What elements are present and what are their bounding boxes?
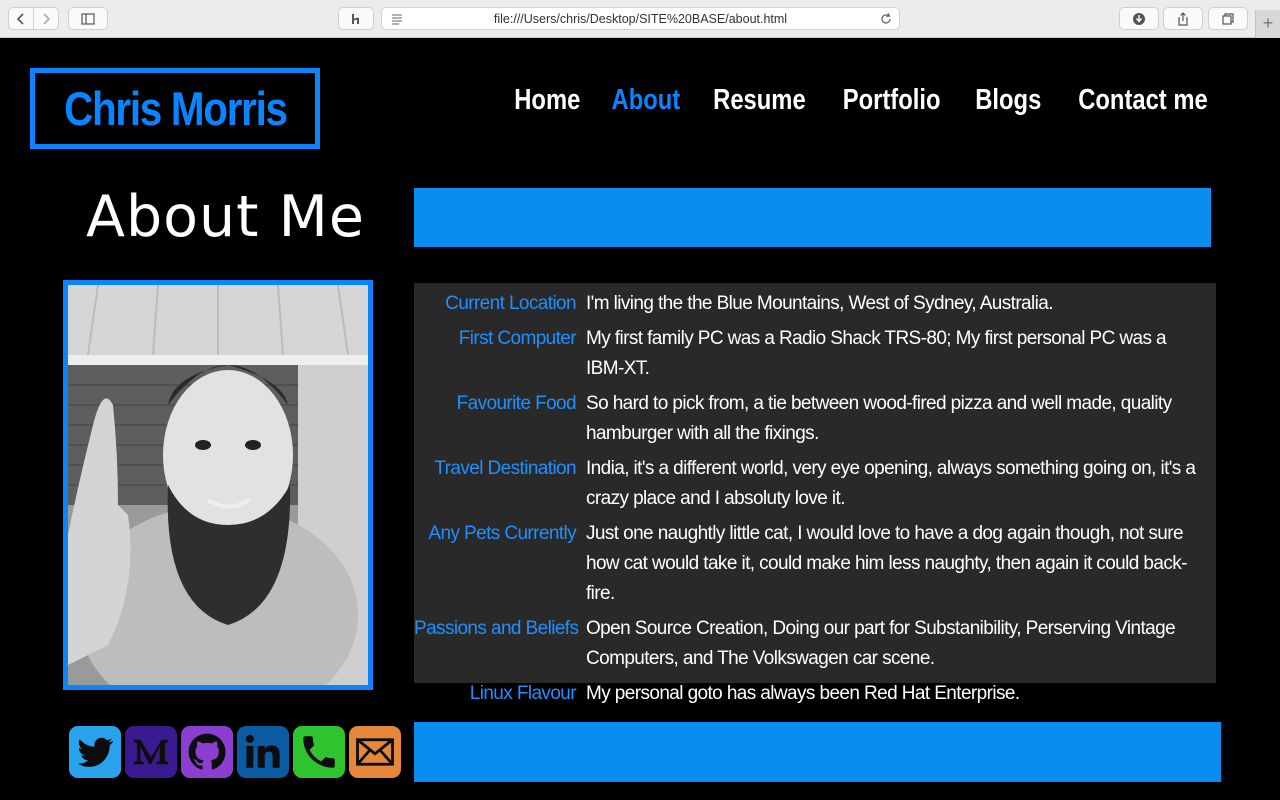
medium-link[interactable] xyxy=(125,726,177,778)
github-link[interactable] xyxy=(181,726,233,778)
nav-contact[interactable]: Contact me xyxy=(1078,84,1207,117)
detail-value: I'm living the the Blue Mountains, West … xyxy=(586,293,1054,314)
twitter-link[interactable] xyxy=(69,726,121,778)
download-icon xyxy=(1133,12,1145,25)
social-links xyxy=(69,726,401,778)
detail-value: India, it's a different world, very eye … xyxy=(586,458,1196,509)
detail-label: Travel Destination xyxy=(434,458,576,479)
reader-icon[interactable] xyxy=(390,12,404,26)
title-accent-bar xyxy=(414,188,1211,247)
email-link[interactable] xyxy=(349,726,401,778)
sidebar-toggle-button[interactable] xyxy=(68,7,108,30)
detail-value: Just one naughtly little cat, I would lo… xyxy=(586,523,1187,604)
detail-label: First Computer xyxy=(458,328,577,349)
phone-link[interactable] xyxy=(293,726,345,778)
detail-label: Current Location xyxy=(445,293,576,314)
page-title: About Me xyxy=(86,184,365,250)
detail-label: Passions and Beliefs xyxy=(414,618,579,639)
chevron-right-icon xyxy=(43,12,51,25)
address-bar[interactable]: file:///Users/chris/Desktop/SITE%20BASE/… xyxy=(381,7,900,30)
github-icon xyxy=(188,733,226,770)
detail-row: Favourite Food So hard to pick from, a t… xyxy=(414,389,1204,449)
main-nav: Home About Resume Portfolio Blogs Contac… xyxy=(514,84,1214,117)
profile-photo xyxy=(63,280,373,690)
chevron-left-icon xyxy=(16,12,24,25)
linkedin-link[interactable] xyxy=(237,726,289,778)
back-button[interactable] xyxy=(8,7,34,30)
phone-icon xyxy=(303,736,335,768)
detail-row: Passions and Beliefs Open Source Creatio… xyxy=(414,614,1204,674)
nav-blogs[interactable]: Blogs xyxy=(975,84,1041,117)
detail-row: First Computer My first family PC was a … xyxy=(414,324,1204,384)
forward-button[interactable] xyxy=(33,7,59,30)
downloads-button[interactable] xyxy=(1119,7,1159,30)
portrait-image xyxy=(68,285,368,685)
extension-icon xyxy=(352,13,359,24)
twitter-icon xyxy=(77,737,114,767)
plus-icon: + xyxy=(1262,13,1274,33)
sidebar-icon xyxy=(81,12,95,25)
web-page: Chris Morris Home About Resume Portfolio… xyxy=(0,38,1280,800)
detail-label: Any Pets Currently xyxy=(428,523,576,544)
detail-row: Linux Flavour My personal goto has alway… xyxy=(414,679,1204,709)
nav-portfolio[interactable]: Portfolio xyxy=(843,84,941,117)
about-details-panel: Current Location I'm living the the Blue… xyxy=(414,283,1216,704)
detail-row: Current Location I'm living the the Blue… xyxy=(414,289,1204,319)
detail-label: Favourite Food xyxy=(456,393,577,414)
site-logo[interactable]: Chris Morris xyxy=(30,68,320,149)
logo-text: Chris Morris xyxy=(63,82,288,135)
detail-value: Open Source Creation, Doing our part for… xyxy=(586,618,1176,669)
mail-icon xyxy=(356,738,394,766)
detail-value: My first family PC was a Radio Shack TRS… xyxy=(586,328,1167,379)
browser-toolbar: file:///Users/chris/Desktop/SITE%20BASE/… xyxy=(0,0,1280,38)
extension-button[interactable] xyxy=(338,7,374,30)
detail-row: Travel Destination India, it's a differe… xyxy=(414,454,1204,514)
detail-value: So hard to pick from, a tie between wood… xyxy=(586,393,1172,444)
reload-icon[interactable] xyxy=(879,12,893,26)
tabs-icon xyxy=(1222,12,1234,25)
footer-accent-bar xyxy=(414,722,1221,782)
medium-icon xyxy=(133,739,169,765)
linkedin-icon xyxy=(245,734,280,768)
new-tab-button[interactable]: + xyxy=(1255,10,1280,38)
nav-resume[interactable]: Resume xyxy=(714,84,807,117)
share-button[interactable] xyxy=(1163,7,1203,30)
show-tabs-button[interactable] xyxy=(1208,7,1248,30)
url-text: file:///Users/chris/Desktop/SITE%20BASE/… xyxy=(493,11,788,26)
detail-value: My personal goto has always been Red Hat… xyxy=(586,683,1020,704)
detail-label: Linux Flavour xyxy=(469,683,577,704)
nav-home[interactable]: Home xyxy=(514,84,580,117)
nav-about[interactable]: About xyxy=(611,84,680,117)
detail-row: Any Pets Currently Just one naughtly lit… xyxy=(414,519,1204,609)
share-icon xyxy=(1178,11,1188,26)
